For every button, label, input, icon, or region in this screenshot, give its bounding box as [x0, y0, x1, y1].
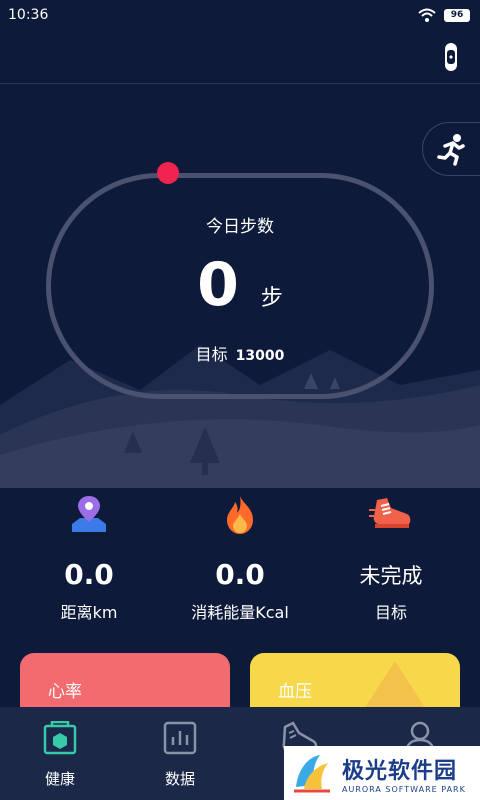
start-run-button[interactable]: [422, 122, 480, 176]
calories-value: 0.0: [215, 558, 265, 591]
steps-progress-dot: [157, 162, 179, 184]
watermark-text: 极光软件园 AURORA SOFTWARE PARK: [342, 753, 466, 794]
steps-title: 今日步数: [206, 217, 274, 237]
battery-level: 96: [450, 10, 464, 20]
steps-value: 0: [197, 250, 239, 320]
steps-unit: 步: [260, 286, 283, 311]
watermark-logo: 极光软件园 AURORA SOFTWARE PARK: [284, 746, 480, 800]
smart-band-icon[interactable]: [444, 42, 458, 72]
distance-value: 0.0: [64, 558, 114, 591]
wifi-icon: [418, 8, 436, 22]
stats-row: 0.0 距离km 0.0 消耗能量Kcal 未完成 目标: [0, 488, 480, 648]
heart-rate-card-label: 心率: [48, 682, 82, 702]
aurora-logo-icon: [294, 755, 330, 793]
running-shoe-icon: [369, 498, 411, 528]
tab-data[interactable]: 数据: [120, 707, 240, 800]
status-bar: 10:36 96: [0, 0, 480, 30]
location-map-icon: [72, 496, 106, 532]
bar-chart-icon: [163, 721, 197, 755]
status-icons: 96: [418, 8, 470, 22]
health-scale-icon: [43, 721, 77, 755]
goal-status-value: 未完成: [359, 564, 423, 588]
running-man-icon: [436, 134, 465, 166]
battery-icon: 96: [444, 8, 470, 22]
tab-health[interactable]: 健康: [0, 707, 120, 800]
goal-value: 13000: [235, 348, 285, 364]
blood-pressure-card-label: 血压: [278, 682, 312, 702]
tab-health-label: 健康: [44, 770, 75, 788]
watermark-title: 极光软件园: [342, 758, 458, 784]
status-time: 10:36: [8, 7, 49, 23]
flame-icon: [227, 496, 253, 534]
tab-data-label: 数据: [164, 770, 195, 788]
top-bar: [0, 30, 480, 84]
distance-label: 距离km: [60, 603, 118, 622]
watermark-subtitle: AURORA SOFTWARE PARK: [342, 784, 466, 794]
calories-label: 消耗能量Kcal: [191, 603, 289, 622]
steps-goal: 目标 13000: [0, 341, 480, 365]
goal-status-label: 目标: [374, 603, 407, 622]
steps-count-row: 0 步: [0, 250, 480, 320]
goal-label: 目标: [195, 345, 228, 364]
